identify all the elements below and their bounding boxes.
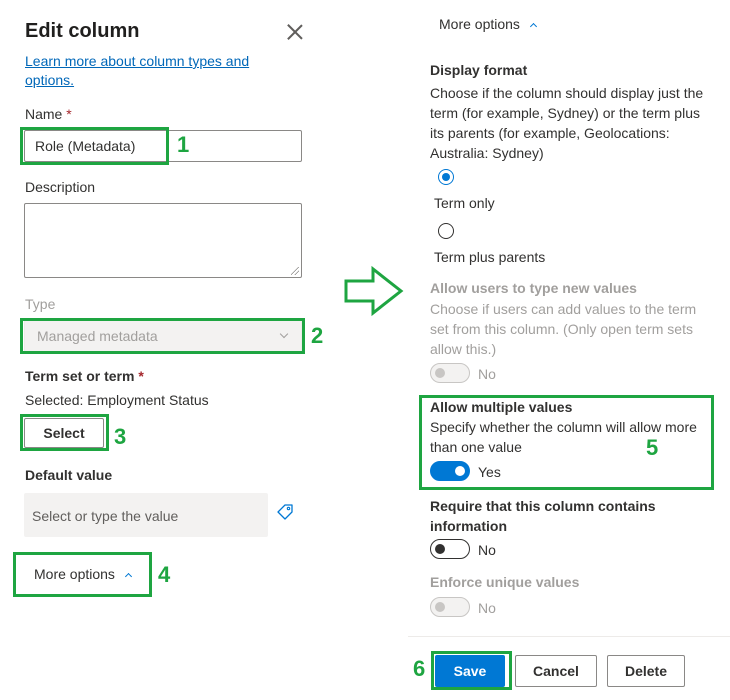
description-label: Description (25, 179, 96, 195)
allow-new-state: No (478, 366, 496, 382)
learn-more-link[interactable]: Learn more about column types and option… (25, 52, 285, 90)
radio-term-plus-parents-label: Term plus parents (434, 249, 546, 265)
chevron-up-icon (529, 22, 538, 31)
panel-title: Edit column (25, 20, 140, 42)
multi-values-title: Allow multiple values (430, 399, 573, 415)
tag-icon[interactable] (276, 503, 294, 521)
annotation-number-5: 5 (646, 435, 659, 460)
display-format-desc: Choose if the column should display just… (430, 85, 704, 161)
multi-values-desc: Specify whether the column will allow mo… (430, 419, 697, 455)
unique-toggle[interactable] (430, 597, 470, 617)
type-label: Type (25, 296, 56, 312)
toggle-knob (435, 368, 445, 378)
delete-button[interactable]: Delete (607, 655, 685, 687)
annotation-number-2: 2 (311, 323, 324, 348)
chevron-up-icon (124, 572, 133, 581)
annotation-number-3: 3 (114, 424, 127, 449)
cancel-button[interactable]: Cancel (515, 655, 597, 687)
require-state: No (478, 542, 496, 558)
required-mark: * (138, 368, 144, 384)
allow-new-desc: Choose if users can add values to the te… (430, 301, 697, 357)
name-input[interactable]: Role (Metadata) (24, 130, 302, 162)
resize-grip-icon[interactable] (291, 267, 299, 275)
chevron-down-icon (279, 329, 289, 339)
more-options-header[interactable]: More options (439, 16, 520, 32)
multi-values-state: Yes (478, 464, 501, 480)
radio-term-plus-parents[interactable] (438, 223, 454, 239)
default-value-placeholder: Select or type the value (32, 508, 179, 524)
unique-title: Enforce unique values (430, 574, 580, 590)
name-input-value: Role (Metadata) (35, 138, 136, 154)
description-input[interactable] (24, 203, 302, 278)
type-dropdown-value: Managed metadata (37, 328, 158, 344)
radio-term-only[interactable] (438, 169, 454, 185)
more-options-label: More options (34, 566, 115, 582)
annotation-number-1: 1 (177, 132, 190, 157)
toggle-knob (435, 544, 445, 554)
require-toggle[interactable] (430, 539, 470, 559)
allow-new-toggle[interactable] (430, 363, 470, 383)
radio-term-only-label: Term only (434, 195, 495, 211)
required-mark: * (66, 106, 72, 122)
toggle-knob (455, 466, 465, 476)
arrow-right-icon (344, 265, 404, 317)
select-button[interactable]: Select (24, 418, 104, 448)
more-options-toggle[interactable]: More options (34, 566, 115, 582)
annotation-number-4: 4 (158, 562, 171, 587)
more-options-header-label: More options (439, 16, 520, 32)
name-label-text: Name (25, 106, 63, 122)
edit-column-panel: Edit column Learn more about column type… (0, 0, 325, 610)
multi-values-toggle[interactable] (430, 461, 470, 481)
save-button[interactable]: Save (435, 655, 505, 687)
termset-label: Term set or term * (25, 368, 144, 384)
default-value-input[interactable]: Select or type the value (24, 493, 268, 537)
default-value-label: Default value (25, 467, 113, 483)
unique-state: No (478, 600, 496, 616)
require-title: Require that this column contains inform… (430, 498, 656, 534)
display-format-title: Display format (430, 62, 528, 78)
allow-new-title: Allow users to type new values (430, 280, 637, 296)
toggle-knob (435, 602, 445, 612)
termset-selected: Selected: Employment Status (25, 392, 209, 408)
type-dropdown[interactable]: Managed metadata (24, 320, 302, 352)
annotation-number-6: 6 (413, 656, 426, 681)
close-icon[interactable] (287, 24, 303, 40)
more-options-panel: More options Display format Choose if th… (408, 0, 730, 700)
footer-divider (408, 636, 730, 637)
termset-label-text: Term set or term (25, 368, 135, 384)
name-label: Name * (25, 106, 72, 122)
